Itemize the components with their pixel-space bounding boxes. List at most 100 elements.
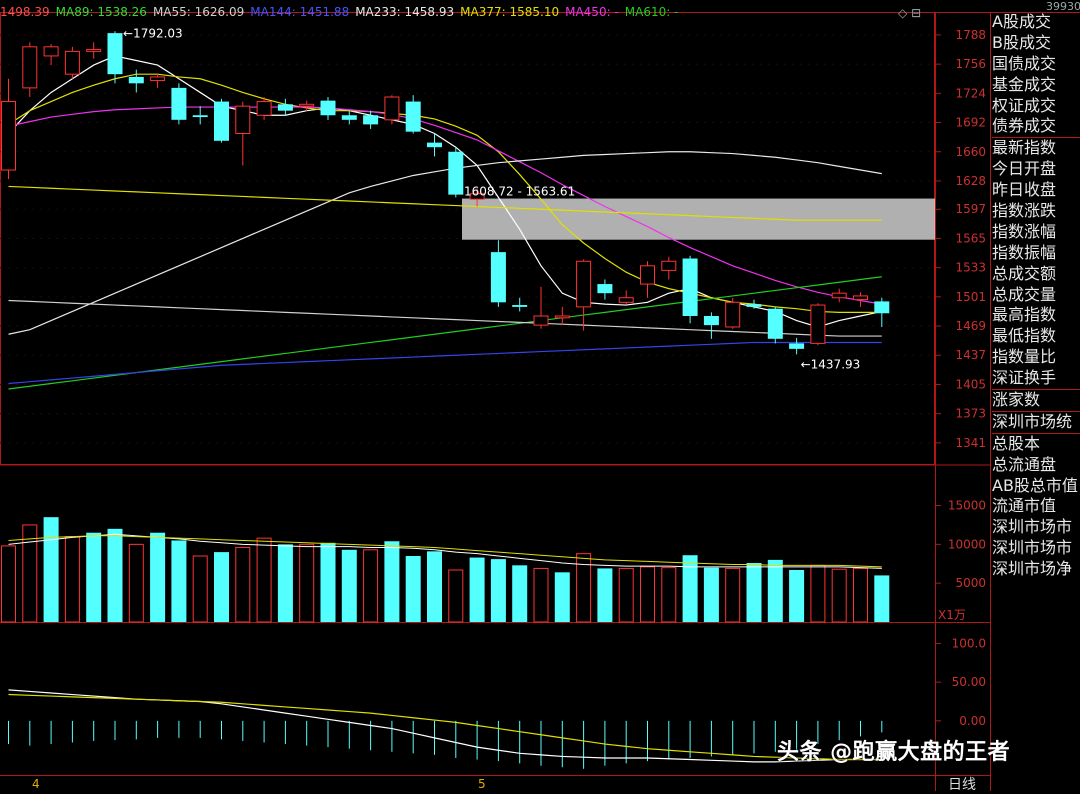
- price-tick-label: 1373: [955, 407, 986, 421]
- stats-menu-item[interactable]: 流通市值: [992, 496, 1080, 517]
- candle-body: [682, 258, 698, 316]
- volume-unit-label: X1万: [938, 608, 966, 622]
- ma-legend-item: MA233: 1458.93: [355, 5, 455, 19]
- volume-bar: [554, 572, 570, 622]
- price-tick-label: 1533: [955, 261, 986, 275]
- window-icon[interactable]: ⊟: [911, 6, 921, 20]
- stats-menu-item[interactable]: 总流通盘: [992, 455, 1080, 476]
- volume-bar: [874, 575, 890, 622]
- candle-body: [43, 46, 59, 57]
- stats-menu-item[interactable]: 深圳市场统: [992, 410, 1080, 433]
- stats-menu-item[interactable]: 最低指数: [992, 326, 1080, 347]
- stats-menu-item[interactable]: 总股本: [992, 432, 1080, 455]
- stats-menu-item[interactable]: 深圳市场净: [992, 559, 1080, 580]
- volume-bar: [512, 565, 528, 622]
- candle-body: [746, 304, 762, 307]
- candle-body: [150, 76, 166, 82]
- stats-menu-item[interactable]: 指数振幅: [992, 243, 1080, 264]
- indicator-tick-label: 50.00: [952, 675, 986, 689]
- volume-bar: [746, 562, 762, 622]
- resistance-zone: [462, 198, 935, 240]
- stats-menu-item[interactable]: 指数涨跌: [992, 201, 1080, 222]
- stats-menu-item[interactable]: 深圳市场市: [992, 538, 1080, 559]
- volume-bar: [341, 549, 357, 622]
- stats-menu-item[interactable]: 昨日收盘: [992, 180, 1080, 201]
- price-tick-label: 1660: [955, 145, 986, 159]
- ma-legend-item: MA377: 1585.10: [460, 5, 560, 19]
- candle-body: [853, 295, 868, 301]
- ma-legend-item: MA610: -: [624, 5, 679, 19]
- price-tick-label: 1501: [955, 290, 986, 304]
- stats-menu-item[interactable]: B股成交: [992, 33, 1080, 54]
- volume-bar: [810, 564, 826, 623]
- ma-legend-item: MA144: 1451.88: [250, 5, 350, 19]
- candle-body: [512, 305, 528, 307]
- stats-menu-item[interactable]: 最新指数: [992, 137, 1080, 159]
- volume-bar: [384, 541, 400, 622]
- chart-canvas[interactable]: 1788 1756 1724 1692 1660 1628 1597 1565 1533 1501…: [0, 0, 1080, 791]
- candle-body: [810, 304, 826, 344]
- volume-bar: [363, 549, 379, 623]
- volume-bar: [128, 543, 144, 623]
- stats-menu-item[interactable]: 总成交额: [992, 264, 1080, 285]
- stats-menu-item[interactable]: 权证成交: [992, 96, 1080, 117]
- candle-body: [703, 316, 719, 326]
- period-tab-daily[interactable]: 日线: [948, 774, 976, 794]
- volume-bar: [320, 542, 336, 622]
- ma-legend-item: MA450: -: [565, 5, 619, 19]
- candle-body: [789, 343, 805, 349]
- stats-menu-item[interactable]: 指数涨幅: [992, 222, 1080, 243]
- volume-tick-label: 15000: [948, 499, 986, 513]
- diamond-icon[interactable]: ◇: [898, 6, 907, 20]
- candle-body: [86, 49, 102, 52]
- volume-bar: [107, 528, 123, 622]
- indicator-line: [8, 693, 882, 761]
- stats-menu-item[interactable]: 最高指数: [992, 305, 1080, 326]
- stats-menu-item[interactable]: 涨家数: [992, 389, 1080, 411]
- stats-menu-item[interactable]: A股成交: [992, 12, 1080, 33]
- volume-tick-label: 10000: [948, 537, 986, 551]
- stats-menu-item[interactable]: 基金成交: [992, 75, 1080, 96]
- price-tick-label: 1341: [955, 436, 986, 450]
- candle-body: [1, 101, 16, 171]
- volume-bar: [427, 551, 442, 622]
- stats-menu-item[interactable]: 今日开盘: [992, 159, 1080, 180]
- candle-body: [767, 308, 783, 339]
- volume-bar: [64, 536, 80, 623]
- candle-body: [299, 103, 315, 107]
- candle-body: [427, 142, 442, 148]
- price-tick-label: 1437: [955, 348, 986, 362]
- volume-bar: [661, 567, 677, 623]
- volume-bar: [448, 569, 464, 623]
- volume-bar: [150, 532, 166, 622]
- candle-body: [448, 151, 464, 195]
- candle-body: [874, 301, 890, 314]
- index-stats-panel: A股成交 B股成交 国债成交 基金成交 权证成交 债券成交 最新指数 今日开盘 昨日收盘 指数涨跌…: [992, 12, 1080, 791]
- stats-menu-item[interactable]: AB股总市值: [992, 476, 1080, 497]
- volume-bar: [43, 517, 59, 622]
- volume-bar: [405, 556, 421, 622]
- stats-menu-item[interactable]: 深圳市场市: [992, 517, 1080, 538]
- candle-body: [725, 301, 741, 328]
- candle-body: [533, 315, 549, 326]
- stats-menu-item[interactable]: 国债成交: [992, 54, 1080, 75]
- panel-control-icons[interactable]: ◇ ⊟: [898, 6, 921, 20]
- volume-bar: [533, 567, 549, 623]
- volume-bar: [277, 544, 293, 622]
- stats-menu-item[interactable]: 深证换手: [992, 368, 1080, 389]
- stats-menu-item[interactable]: 指数量比: [992, 347, 1080, 368]
- volume-bar: [831, 568, 847, 623]
- volume-bar: [214, 552, 229, 622]
- price-tick-label: 1469: [955, 319, 986, 333]
- candle-body: [22, 46, 38, 89]
- x-axis-month-label: 5: [478, 777, 486, 791]
- ma-legend-item: MA89: 1538.26: [55, 5, 147, 19]
- volume-bar: [682, 555, 698, 622]
- indicator-tick-label: 100.0: [952, 636, 986, 650]
- stats-menu-item[interactable]: 总成交量: [992, 285, 1080, 306]
- high-annotation: ←1792.03: [123, 26, 183, 40]
- candle-body: [341, 115, 357, 120]
- stats-menu-item[interactable]: 债券成交: [992, 116, 1080, 137]
- candle-body: [384, 96, 400, 121]
- price-tick-label: 1724: [955, 86, 986, 100]
